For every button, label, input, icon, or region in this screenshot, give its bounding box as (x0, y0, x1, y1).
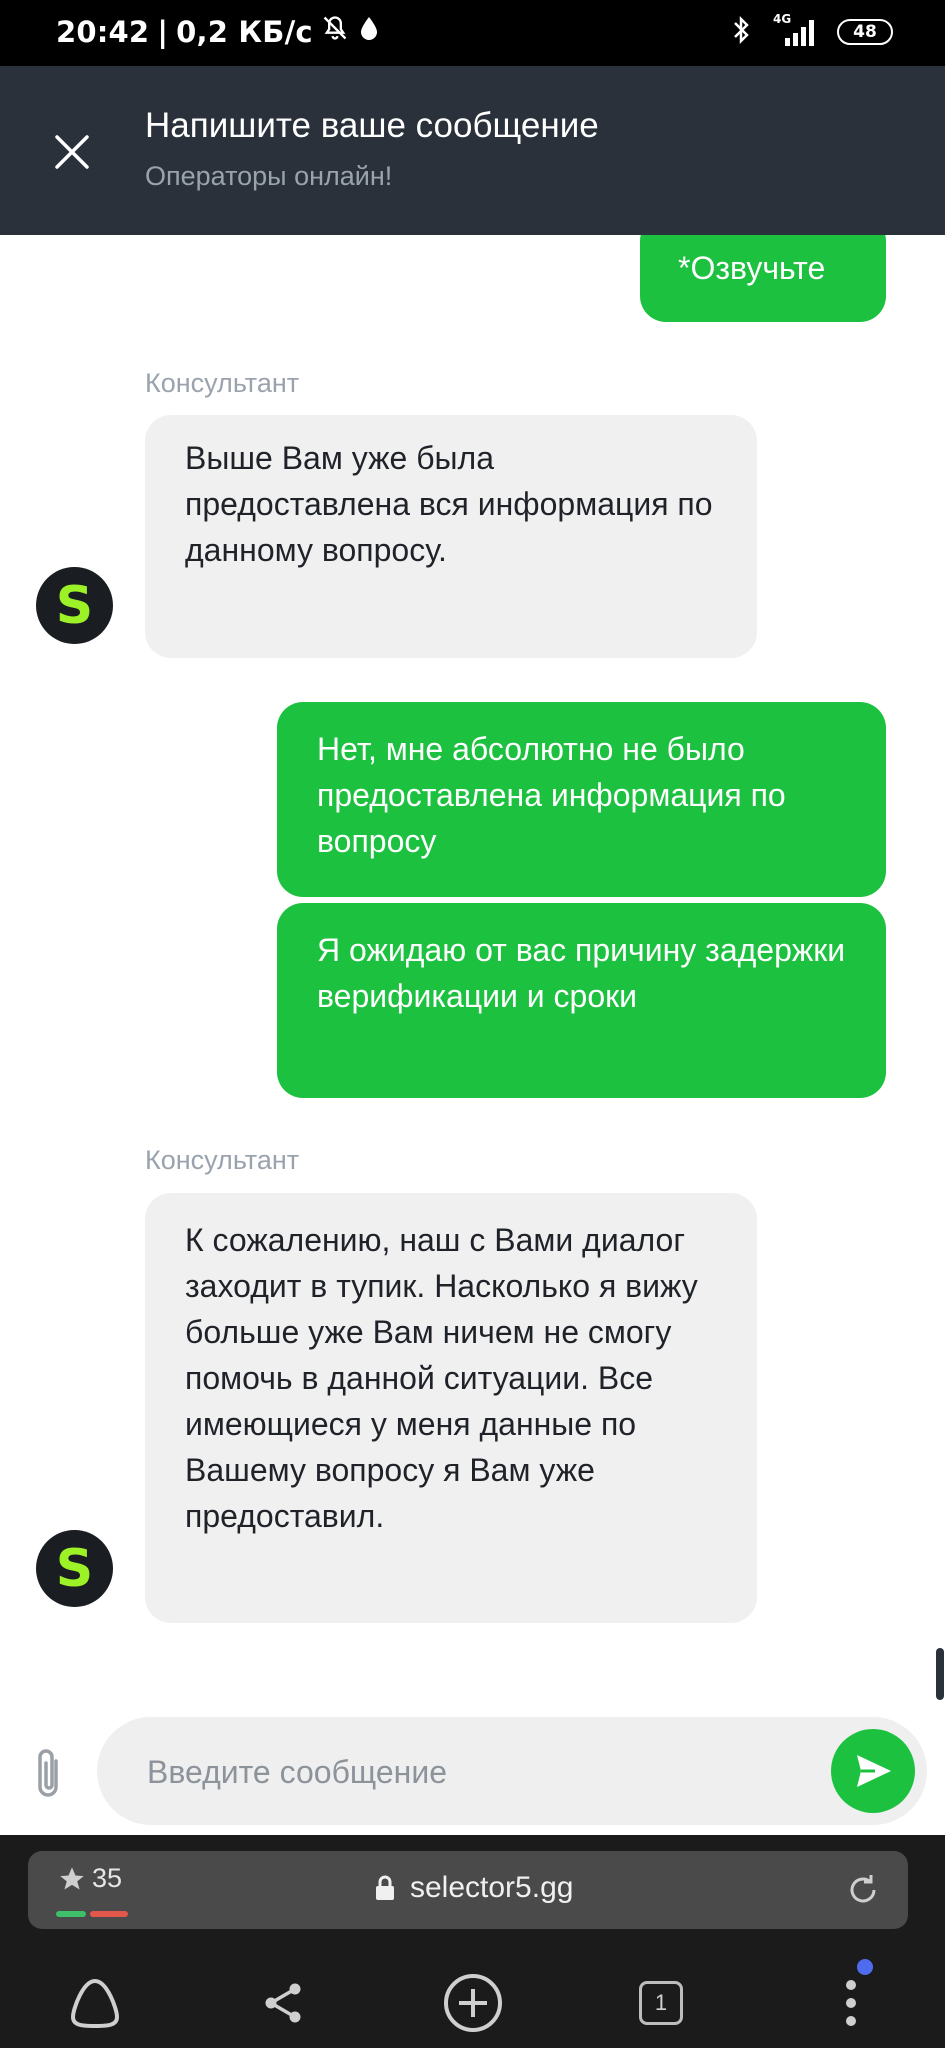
outgoing-message: Я ожидаю от вас причину задержки верифик… (277, 903, 886, 1098)
lock-icon (376, 1875, 394, 1900)
notification-dot (857, 1959, 873, 1975)
alice-home-icon (70, 1978, 120, 2029)
avatar-letter: S (55, 575, 94, 636)
site-rating[interactable]: 35 (58, 1863, 122, 1894)
new-tab-button[interactable] (435, 1965, 511, 2041)
bluetooth-icon (729, 14, 753, 50)
battery-icon: 48 (837, 19, 893, 45)
message-text: К сожалению, наш с Вами диалог заходит в… (185, 1222, 698, 1534)
rating-bar-negative (90, 1911, 128, 1917)
status-left: 20:42 | 0,2 КБ/с (56, 14, 381, 49)
message-composer (0, 1705, 945, 1835)
message-list[interactable]: *Озвучьте Консультант Выше Вам уже была … (0, 235, 945, 1705)
browser-bottom-nav: 1 (0, 1959, 945, 2041)
send-button[interactable] (831, 1729, 915, 1813)
message-text: Нет, мне абсолютно не было предоставлена… (317, 731, 786, 859)
status-bar: 20:42 | 0,2 КБ/с 4G 48 (0, 0, 945, 66)
sender-name: Консультант (145, 1145, 300, 1175)
address-bar[interactable]: 35 selector5.gg (28, 1851, 908, 1929)
incoming-message: К сожалению, наш с Вами диалог заходит в… (145, 1193, 757, 1623)
rating-value: 35 (92, 1863, 123, 1893)
avatar: S (36, 1530, 113, 1607)
reload-icon (850, 1875, 876, 1903)
close-icon (55, 135, 89, 169)
scrollbar-thumb[interactable] (936, 1648, 944, 1700)
chat-header: Напишите ваше сообщение Операторы онлайн… (0, 66, 945, 235)
tabs-button[interactable]: 1 (623, 1965, 699, 2041)
share-icon (265, 1983, 301, 2023)
send-icon (857, 1755, 891, 1787)
url-text: selector5.gg (410, 1871, 574, 1904)
status-separator: | (157, 14, 169, 49)
status-network-speed: 0,2 КБ/с (176, 14, 313, 49)
battery-level: 48 (853, 22, 877, 42)
incoming-message: Выше Вам уже была предоставлена вся инфо… (145, 415, 757, 658)
message-input[interactable] (145, 1745, 789, 1799)
tab-count: 1 (639, 1981, 683, 2025)
message-text: *Озвучьте (678, 250, 826, 286)
url[interactable]: selector5.gg (374, 1871, 573, 1905)
outgoing-message: Нет, мне абсолютно не было предоставлена… (277, 702, 886, 897)
paperclip-icon (38, 1749, 58, 1797)
star-icon (60, 1866, 84, 1889)
chat-title: Напишите ваше сообщение (145, 106, 599, 145)
sender-name: Консультант (145, 368, 300, 398)
message-text: Я ожидаю от вас причину задержки верифик… (317, 932, 846, 1014)
close-button[interactable] (50, 130, 94, 174)
more-vertical-icon (846, 1980, 856, 2026)
attach-button[interactable] (28, 1747, 78, 1803)
message-text: Выше Вам уже была предоставлена вся инфо… (185, 440, 713, 568)
message-input-container (97, 1717, 927, 1825)
rating-bars (56, 1911, 128, 1917)
avatar-letter: S (55, 1538, 94, 1599)
share-button[interactable] (245, 1965, 321, 2041)
rating-bar-positive (56, 1911, 86, 1917)
menu-button[interactable] (813, 1959, 889, 2041)
status-right: 4G 48 (729, 12, 893, 50)
avatar: S (36, 567, 113, 644)
browser-toolbar: 35 selector5.gg 1 (0, 1835, 945, 2048)
status-time: 20:42 (56, 14, 150, 49)
chat-subtitle: Операторы онлайн! (145, 161, 393, 191)
outgoing-message: *Озвучьте (640, 235, 886, 322)
bell-off-icon (321, 14, 349, 49)
reload-button[interactable] (844, 1871, 882, 1909)
signal-icon: 4G (771, 12, 819, 48)
home-button[interactable] (57, 1965, 133, 2041)
plus-circle-icon (444, 1974, 502, 2032)
drop-icon (357, 14, 381, 49)
